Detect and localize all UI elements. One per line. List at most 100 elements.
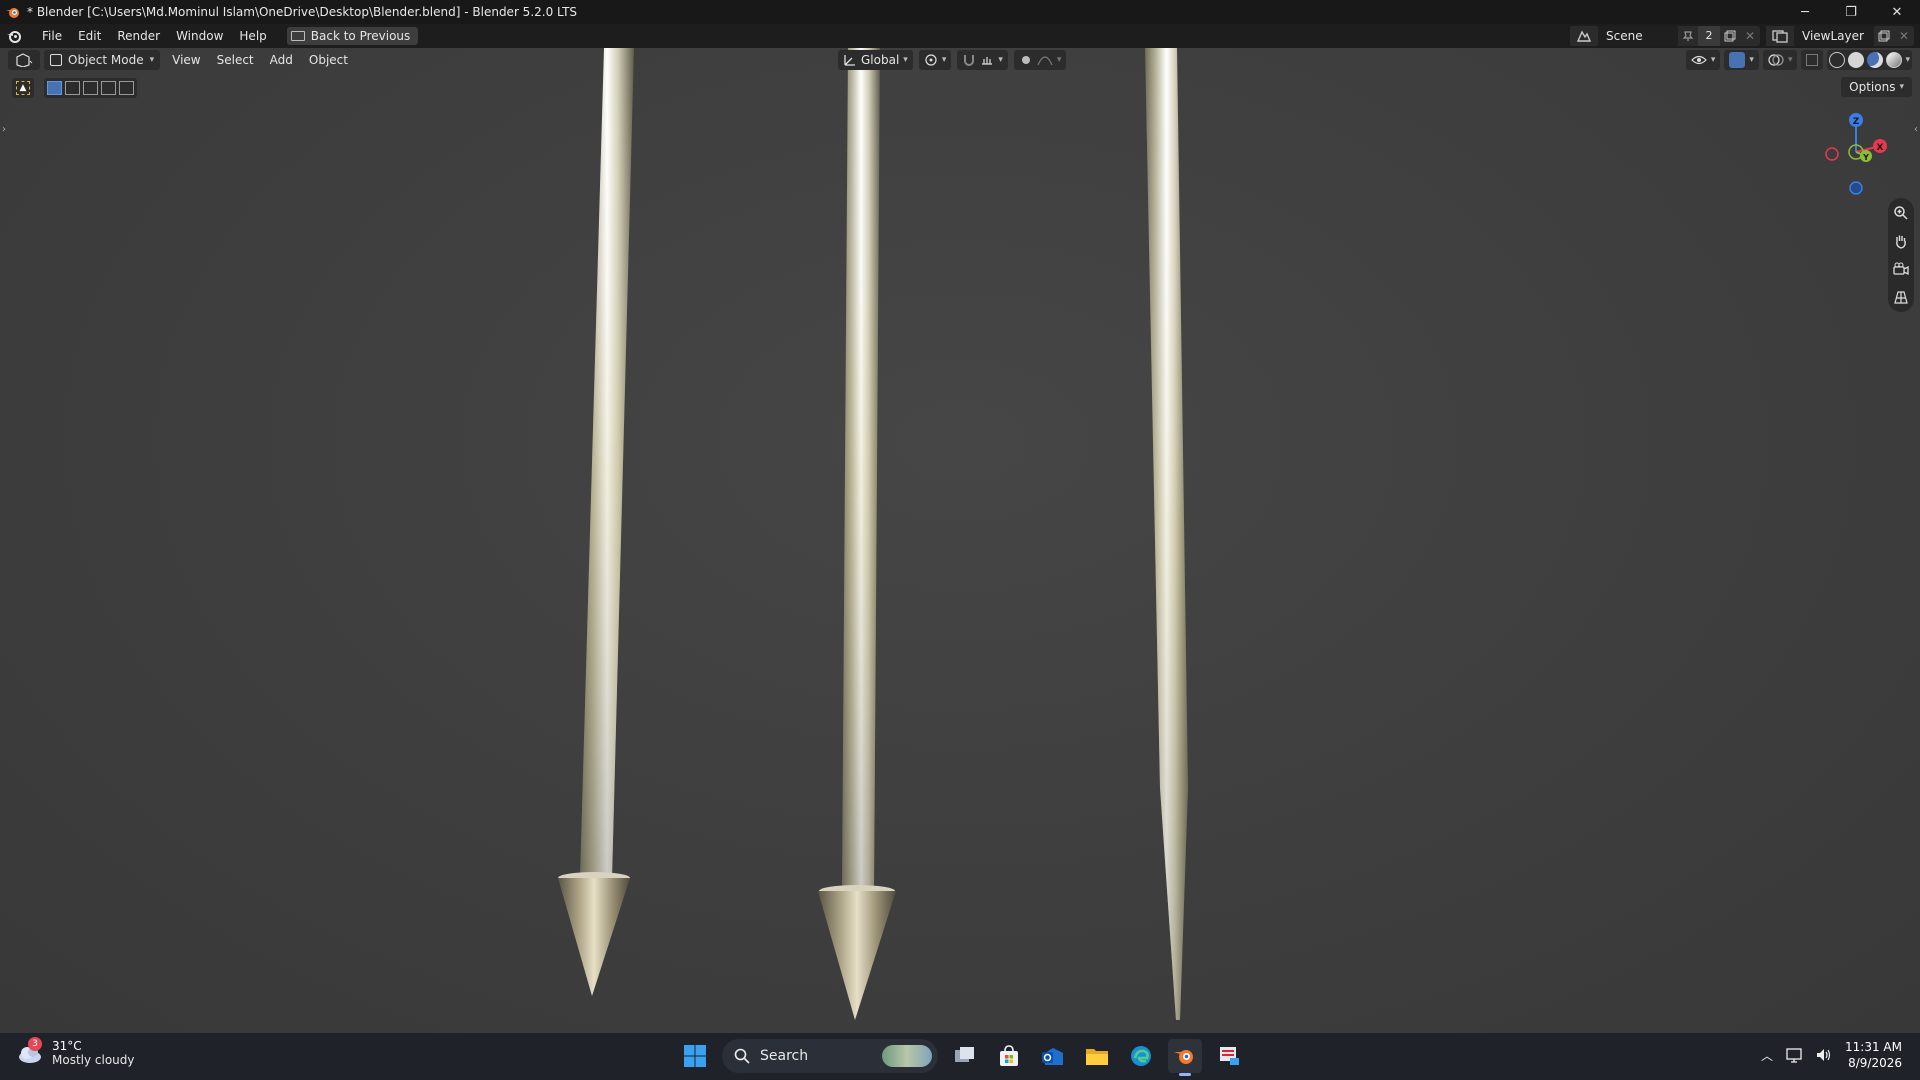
hand-pan-icon[interactable] (1890, 230, 1912, 252)
chevron-down-icon: ▾ (1787, 55, 1793, 65)
system-clock[interactable]: 11:31 AM 8/9/2026 (1845, 1039, 1902, 1071)
top-menu-bar: File Edit Render Window Help Back to Pre… (0, 24, 1920, 48)
3d-viewport[interactable]: Object Mode ▾ View Select Add Object Glo… (0, 48, 1920, 1033)
options-dropdown[interactable]: Options ▾ (1841, 77, 1912, 97)
menu-file[interactable]: File (34, 24, 70, 48)
scene-selector: Scene 2 ✕ (1570, 26, 1760, 46)
solid-shading-icon[interactable] (1848, 52, 1865, 68)
proportional-editing-dropdown[interactable]: ▾ (1013, 50, 1067, 70)
remote-desktop-app[interactable] (1212, 1039, 1246, 1073)
menu-help[interactable]: Help (231, 24, 274, 48)
back-to-previous-button[interactable]: Back to Previous (286, 27, 419, 45)
delete-view-layer-icon[interactable]: ✕ (1894, 26, 1914, 46)
cursor-select-icon: ▲ (16, 81, 30, 95)
scene-icon[interactable] (1570, 26, 1598, 46)
overlays-toggle[interactable]: ▾ (1762, 50, 1798, 70)
search-highlight-image (882, 1045, 932, 1067)
navigation-controls (1888, 198, 1914, 312)
rendered-shading-icon[interactable] (1886, 52, 1903, 68)
blender-taskbar-app[interactable] (1168, 1039, 1202, 1076)
delete-scene-icon[interactable]: ✕ (1740, 26, 1760, 46)
gizmo-toggle[interactable]: ▾ (1724, 50, 1759, 70)
zoom-icon[interactable] (1890, 202, 1912, 224)
taskbar-search-box[interactable]: Search (722, 1039, 938, 1073)
gizmo-icon (1729, 52, 1746, 68)
menu-render[interactable]: Render (109, 24, 168, 48)
outlook-app[interactable] (1036, 1039, 1070, 1073)
viewport-menu-view[interactable]: View (164, 48, 208, 72)
microsoft-store-app[interactable] (992, 1039, 1026, 1073)
weather-widget[interactable]: 3 31°C Mostly cloudy (16, 1037, 135, 1067)
view-layer-icon[interactable] (1766, 26, 1794, 46)
pivot-point-dropdown[interactable]: ▾ (918, 50, 952, 70)
spike-2[interactable] (818, 48, 896, 1020)
editor-type-button[interactable] (8, 50, 40, 70)
store-bag-icon (1000, 1045, 1018, 1066)
new-view-layer-icon[interactable] (1874, 26, 1894, 46)
gizmo-y-label: Y (1862, 153, 1869, 162)
spike-1[interactable] (558, 48, 634, 996)
transform-orientation-dropdown[interactable]: Global ▾ (838, 50, 913, 70)
chevron-down-icon: ▾ (941, 55, 947, 65)
falloff-curve-icon (1037, 56, 1053, 66)
file-explorer-app[interactable] (1080, 1039, 1114, 1073)
sidebar-expand-arrow[interactable]: ‹ (1914, 124, 1918, 135)
folder-icon (1086, 1049, 1108, 1065)
grid-ortho-icon[interactable] (1890, 286, 1912, 308)
pivot-icon (925, 54, 937, 66)
network-icon[interactable] (1785, 1047, 1803, 1063)
camera-view-icon[interactable] (1890, 258, 1912, 280)
select-tool-button[interactable]: ▲ (12, 78, 34, 98)
xray-toggle[interactable] (1801, 50, 1824, 70)
navigation-gizmo[interactable]: Z X Y (1808, 104, 1904, 200)
scene-name-field[interactable]: Scene (1598, 26, 1678, 46)
options-label: Options (1849, 80, 1896, 94)
window-title: * Blender [C:\Users\Md.Mominul Islam\One… (27, 5, 578, 19)
edge-browser-app[interactable] (1124, 1039, 1158, 1073)
chevron-down-icon[interactable]: ▾ (1905, 55, 1910, 65)
chevron-down-icon: ▾ (1710, 55, 1716, 65)
screen-back-icon (290, 31, 305, 41)
chevron-down-icon: ▾ (1056, 55, 1062, 65)
topbar-right-group: Scene 2 ✕ ViewLayer ✕ (1570, 24, 1920, 48)
viewport-menu-select[interactable]: Select (209, 48, 262, 72)
minimize-button[interactable]: ─ (1782, 0, 1828, 24)
viewport-menu-object[interactable]: Object (301, 48, 356, 72)
close-button[interactable]: ✕ (1874, 0, 1920, 24)
transform-orientation-label: Global (861, 53, 900, 67)
blender-menu-icon[interactable] (4, 26, 24, 46)
selection-mode-group (44, 78, 137, 98)
volume-icon[interactable] (1815, 1047, 1833, 1063)
new-scene-icon[interactable] (1720, 26, 1740, 46)
restore-button[interactable]: ❐ (1828, 0, 1874, 24)
outlook-icon (1042, 1048, 1063, 1065)
object-mode-dropdown[interactable]: Object Mode ▾ (44, 50, 161, 70)
toolbar-expand-arrow[interactable]: › (2, 124, 6, 135)
select-extend-icon[interactable] (65, 81, 80, 95)
select-subtract-icon[interactable] (83, 81, 98, 95)
weather-temperature: 31°C (52, 1039, 82, 1053)
object-mode-icon (50, 54, 62, 66)
select-new-icon[interactable] (47, 81, 62, 95)
chevron-down-icon: ▾ (1899, 82, 1904, 92)
viewport-display-controls: ▾ ▾ ▾ ▾ (1685, 50, 1912, 70)
windows-start-button[interactable] (678, 1039, 712, 1073)
material-preview-shading-icon[interactable] (1867, 52, 1884, 68)
view-layer-name-field[interactable]: ViewLayer (1794, 26, 1874, 46)
select-invert-icon[interactable] (101, 81, 116, 95)
task-view-button[interactable] (948, 1039, 982, 1073)
selectability-visibility-dropdown[interactable]: ▾ (1685, 50, 1721, 70)
select-intersect-icon[interactable] (119, 81, 134, 95)
gizmo-z-label: Z (1853, 117, 1860, 127)
spike-3[interactable] (1145, 48, 1188, 1020)
pin-icon[interactable] (1678, 26, 1698, 46)
weather-description: Mostly cloudy (52, 1053, 135, 1067)
snap-dropdown[interactable]: ▾ (957, 50, 1008, 70)
menu-edit[interactable]: Edit (70, 24, 109, 48)
wireframe-shading-icon[interactable] (1829, 52, 1846, 68)
chevron-down-icon: ▾ (998, 55, 1003, 65)
menu-window[interactable]: Window (168, 24, 231, 48)
show-hidden-icons-chevron[interactable]: ︿ (1761, 1047, 1773, 1064)
viewport-menu-add[interactable]: Add (262, 48, 301, 72)
clock-date: 8/9/2026 (1848, 1056, 1902, 1070)
